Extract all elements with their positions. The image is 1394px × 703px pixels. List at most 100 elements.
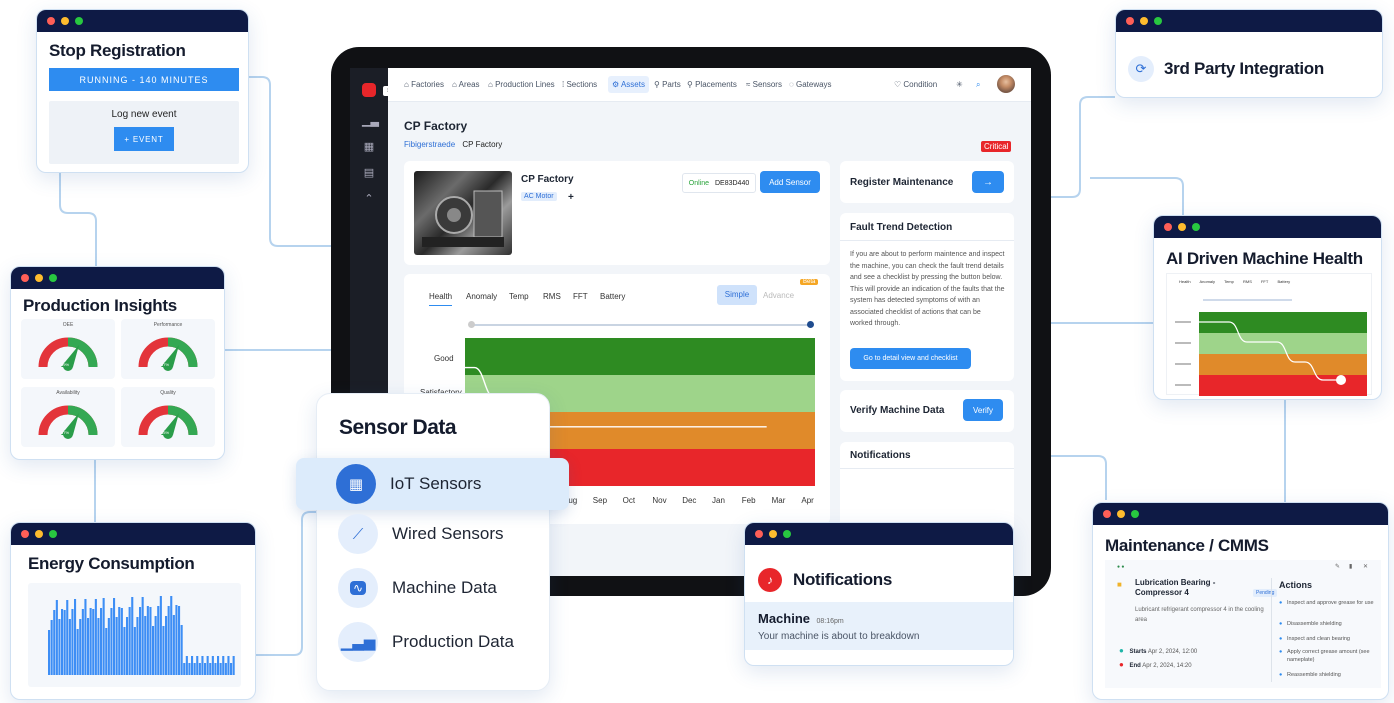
action-text: Disassemble shielding — [1287, 621, 1342, 627]
energy-bar — [227, 656, 230, 675]
notifications-card: ♪ Notifications Machine 08:16pm Your mac… — [744, 522, 1014, 666]
energy-bar — [84, 599, 87, 675]
tab-temp[interactable]: Temp — [509, 292, 529, 301]
sensor-chip-icon: ▦ — [336, 464, 376, 504]
ai-tab-rms[interactable]: RMS — [1243, 279, 1252, 284]
ai-band — [1199, 333, 1367, 354]
asset-tag[interactable]: AC Motor — [521, 192, 557, 201]
ai-y-tick — [1175, 384, 1191, 386]
chart-tabs: Health Anomaly Temp RMS FFT Battery — [429, 292, 649, 308]
nav-assets[interactable]: ⚙ Assets — [608, 76, 649, 93]
report-icon[interactable]: ▤ — [362, 166, 376, 180]
add-event-button[interactable]: + EVENT — [114, 127, 174, 151]
end-value: Apr 2, 2024, 14:20 — [1142, 663, 1192, 669]
close-dot-icon — [1126, 17, 1134, 25]
verify-button[interactable]: Verify — [963, 399, 1003, 421]
action-item[interactable]: ● Disassemble shielding — [1279, 620, 1377, 628]
nav-parts[interactable]: ⚲ Parts — [654, 80, 681, 89]
breadcrumb: Fibigerstraede CP Factory — [404, 140, 502, 149]
ai-y-tick — [1175, 342, 1191, 344]
sensor-item-machine[interactable]: ∿ Machine Data — [316, 564, 566, 612]
sensor-item-label: Production Data — [392, 632, 514, 651]
nav-areas[interactable]: ⌂ Areas — [452, 80, 480, 89]
maximize-dot-icon — [1192, 223, 1200, 231]
energy-bar — [97, 618, 100, 675]
sensor-data-title: Sensor Data — [339, 416, 457, 439]
action-item[interactable]: ● Inspect and clean bearing — [1279, 635, 1377, 643]
ai-tab-temp[interactable]: Temp — [1224, 279, 1234, 284]
tab-rms[interactable]: RMS — [543, 292, 561, 301]
nav-sections[interactable]: ⁞ Sections — [562, 80, 597, 89]
sensor-item-iot[interactable]: ▦ IoT Sensors — [314, 460, 564, 508]
bell-icon: ♪ — [758, 568, 782, 592]
delete-icon[interactable]: ▮ — [1349, 563, 1352, 570]
search-icon[interactable]: ⌕ — [976, 80, 980, 90]
breadcrumb-item[interactable]: Fibigerstraede — [404, 140, 455, 149]
sensor-item-label: IoT Sensors — [390, 474, 482, 493]
gauge-0: OEE 59% — [21, 319, 115, 379]
tab-battery[interactable]: Battery — [600, 292, 625, 301]
energy-bar — [115, 617, 118, 675]
ai-tabs: Health Anomaly Temp RMS FFT Battery — [1179, 279, 1290, 284]
energy-bar — [110, 608, 113, 675]
action-bullet-icon: ● — [1279, 649, 1283, 655]
energy-chart-box — [28, 583, 241, 687]
nav-sensors[interactable]: ≈ Sensors — [746, 80, 782, 89]
minimize-dot-icon — [1140, 17, 1148, 25]
app-logo-icon[interactable] — [362, 83, 376, 97]
tab-fft[interactable]: FFT — [573, 292, 588, 301]
ai-tab-health[interactable]: Health — [1179, 279, 1191, 284]
range-handle-left[interactable] — [468, 321, 475, 328]
x-tick-label: Sep — [592, 496, 608, 505]
nav-placements[interactable]: ⚲ Placements — [687, 80, 737, 89]
avatar[interactable] — [997, 75, 1015, 93]
nav-gateways[interactable]: ◌ Gateways — [789, 80, 832, 89]
register-maintenance-button[interactable]: → — [972, 171, 1004, 193]
action-item[interactable]: ● Inspect and approve grease for use — [1279, 599, 1377, 607]
sensor-item-label: Wired Sensors — [392, 524, 504, 543]
detail-view-button[interactable]: Go to detail view and checklist — [850, 348, 971, 369]
analytics-icon[interactable]: ▁▃ — [362, 114, 379, 128]
running-status-button[interactable]: RUNNING - 140 MINUTES — [49, 68, 239, 91]
minimize-dot-icon — [1117, 510, 1125, 518]
action-item[interactable]: ● Apply correct grease amount (see namepl… — [1279, 648, 1377, 664]
nav-factories[interactable]: ⌂ Factories — [404, 80, 444, 89]
calendar-icon[interactable]: ▦ — [362, 140, 376, 154]
action-item[interactable]: ● Reassemble shielding — [1279, 671, 1377, 679]
mode-simple-button[interactable]: Simple — [717, 285, 757, 305]
range-slider[interactable] — [468, 321, 814, 328]
mode-advance-button[interactable]: Advance — [763, 291, 794, 300]
nav-production-lines[interactable]: ⌂ Production Lines — [488, 80, 555, 89]
gauge-dial — [38, 405, 98, 439]
energy-bar — [201, 656, 204, 675]
trend-icon[interactable]: ⌃ — [362, 192, 376, 206]
ai-tab-anomaly[interactable]: Anomaly — [1199, 279, 1215, 284]
online-label: Online — [688, 179, 709, 187]
gauge-label: Performance — [153, 322, 183, 328]
sensor-item-production[interactable]: ▁▃▅ Production Data — [316, 618, 566, 666]
energy-bar — [120, 608, 123, 675]
ai-tab-fft[interactable]: FFT — [1261, 279, 1268, 284]
add-sensor-button[interactable]: Add Sensor — [760, 171, 820, 193]
close-icon[interactable]: ✕ — [1363, 563, 1368, 570]
sensor-item-wired[interactable]: ⟋ Wired Sensors — [316, 510, 566, 558]
tab-anomaly[interactable]: Anomaly — [466, 292, 497, 301]
settings-icon[interactable]: ✳ — [956, 80, 963, 89]
energy-bar — [172, 615, 175, 675]
close-dot-icon — [21, 530, 29, 538]
close-dot-icon — [755, 530, 763, 538]
tab-health[interactable]: Health — [429, 292, 453, 306]
edit-icon[interactable]: ✎ — [1335, 563, 1340, 570]
ai-tab-battery[interactable]: Battery — [1277, 279, 1290, 284]
energy-bar — [55, 600, 58, 675]
gauge-label: Quality — [160, 390, 176, 396]
energy-bar — [89, 608, 92, 675]
machine-photo — [414, 171, 512, 255]
add-tag-icon[interactable]: + — [568, 192, 574, 203]
energy-bar — [141, 597, 144, 675]
sensor-item-label: Machine Data — [392, 578, 497, 597]
range-handle-right[interactable] — [807, 321, 814, 328]
maximize-dot-icon — [49, 530, 57, 538]
nav-condition[interactable]: ♡ Condition — [894, 80, 937, 89]
energy-bar — [126, 617, 129, 675]
